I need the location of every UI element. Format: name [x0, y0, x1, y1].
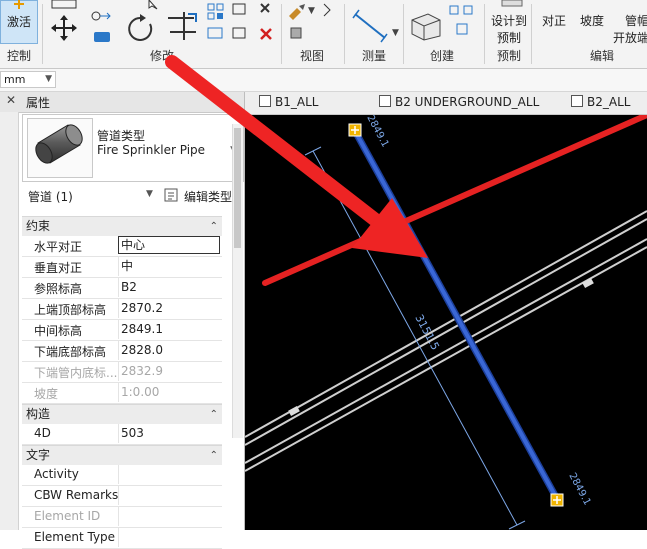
chevron-down-icon: ▼ [146, 189, 153, 199]
cursor-icon [148, 0, 158, 10]
prop-row-slope: 坡度 1:0.00 [22, 383, 222, 404]
section-constraints-label: 约束 [26, 219, 51, 233]
panel-strip [0, 112, 19, 530]
group-measure-label: 测量 [362, 49, 387, 63]
view-tabs: B1_ALL B2 UNDERGROUND_ALL B2_ALL [245, 92, 647, 115]
tab-b2-all[interactable]: B2_ALL [571, 95, 630, 109]
instance-filter[interactable]: 管道 (1) ▼ 编辑类型 [22, 184, 244, 208]
chevron-down-icon: ▼ [45, 74, 52, 84]
instance-filter-label: 管道 (1) [28, 190, 73, 204]
prop-row-h-justify: 水平对正 中心 [22, 236, 222, 257]
activate-button[interactable]: 激活 [0, 0, 38, 44]
canvas-drawing[interactable]: 3151.5 2849.1 2849.1 [245, 115, 647, 530]
collapse-icon[interactable]: ⌃ [210, 405, 218, 424]
properties-title: 属性 [26, 96, 51, 110]
group-modify-label: 修改 [150, 49, 175, 63]
prop-row-mid-elev: 中间标高 2849.1 [22, 320, 222, 341]
prop-row-activity: Activity [22, 465, 222, 486]
ribbon: 激活 控制 修改 ▼ 视图 ▼ 测量 创建 设计到 预制 预制 对正 坡度 管帽… [0, 0, 647, 69]
section-constraints[interactable]: 约束 ⌃ [22, 216, 222, 236]
paint-icon[interactable] [285, 2, 309, 42]
properties-grid: 约束 ⌃ 水平对正 中心 垂直对正 中 参照标高 B2 上端顶部标高 2870.… [22, 216, 222, 549]
view-icon[interactable] [322, 2, 338, 22]
move-icon[interactable] [50, 14, 78, 42]
edit-type-icon [164, 188, 178, 202]
slope-button[interactable]: 坡度 [580, 12, 604, 29]
drawing-canvas[interactable]: 3151.5 2849.1 2849.1 [245, 115, 647, 530]
align-button[interactable]: 对正 [542, 12, 566, 29]
prop-row-ref-level: 参照标高 B2 [22, 278, 222, 299]
activate-label: 激活 [7, 15, 32, 29]
copy-icon[interactable] [90, 10, 116, 44]
tab-b2-underground-all[interactable]: B2 UNDERGROUND_ALL [379, 95, 539, 109]
options-bar: mm ▼ [0, 69, 647, 92]
units-value: mm [4, 73, 26, 86]
h-justify-field[interactable]: 中心 [118, 236, 220, 254]
design-prefab-label[interactable]: 预制 [497, 29, 521, 46]
pipe-endpoint-bottom[interactable] [550, 493, 564, 507]
scrollbar-thumb[interactable] [234, 128, 241, 248]
close-icon[interactable]: ✕ [6, 93, 16, 107]
view-tab-icon [259, 95, 271, 107]
activate-icon [14, 0, 24, 9]
prop-row-element-id: Element ID [22, 507, 222, 528]
type-selector[interactable]: 管道类型 Fire Sprinkler Pipe ▼ [22, 114, 244, 182]
prop-row-element-type: Element Type [22, 528, 222, 549]
group-prefab-label: 预制 [497, 49, 522, 63]
pipe-thumbnail-icon [35, 124, 83, 164]
prop-row-top-elev: 上端顶部标高 2870.2 [22, 299, 222, 320]
group-view-label: 视图 [300, 49, 325, 63]
measure-icon[interactable] [351, 8, 391, 44]
create-part-icon[interactable] [408, 10, 444, 42]
mirror-icon[interactable] [230, 2, 250, 42]
properties-header: ✕ 属性 [0, 92, 244, 113]
group-control-label: 控制 [7, 49, 32, 63]
collapse-icon[interactable]: ⌃ [210, 217, 218, 236]
units-select[interactable]: mm ▼ [0, 71, 56, 88]
section-construction-label: 构造 [26, 407, 51, 421]
design-to-prefab-icon[interactable] [500, 0, 524, 10]
prop-row-bottom-elev: 下端底部标高 2828.0 [22, 341, 222, 362]
array-icon[interactable] [206, 2, 226, 42]
design-to-label[interactable]: 设计到 [491, 12, 527, 29]
view-tab-icon [571, 95, 583, 107]
prop-row-invert-elev: 下端管内底标... 2832.9 [22, 362, 222, 383]
view-tab-icon [379, 95, 391, 107]
rotate-icon[interactable] [126, 10, 158, 44]
prop-row-v-justify: 垂直对正 中 [22, 257, 222, 278]
dimension-text: 3151.5 [412, 312, 442, 352]
section-construction[interactable]: 构造 ⌃ [22, 404, 222, 424]
trim-icon[interactable] [166, 10, 202, 44]
group-create-label: 创建 [430, 49, 455, 63]
create-group-icon[interactable] [448, 4, 476, 44]
prop-row-cbw-remarks: CBW Remarks [22, 486, 222, 507]
cap-button[interactable]: 管帽 [625, 12, 647, 29]
edit-type-label: 编辑类型 [184, 190, 233, 204]
collapse-icon[interactable]: ⌃ [210, 446, 218, 465]
type-family: 管道类型 [97, 129, 146, 143]
elevation-label-top: 2849.1 [364, 115, 390, 149]
tab-b1-all[interactable]: B1_ALL [259, 95, 318, 109]
pipe-endpoint-top[interactable] [348, 123, 362, 137]
section-text[interactable]: 文字 ⌃ [22, 445, 222, 465]
prop-row-4d: 4D 503 [22, 424, 222, 445]
properties-panel: ✕ 属性 管道类型 Fire Sprinkler Pipe ▼ 管道 (1) ▼ [0, 92, 245, 549]
type-name: Fire Sprinkler Pipe [97, 143, 206, 157]
select-icon[interactable] [49, 0, 79, 12]
group-edit-label: 编辑 [590, 49, 615, 63]
elevation-label-bottom: 2849.1 [566, 471, 592, 507]
pipe-thumbnail [27, 118, 93, 178]
duct-lines[interactable] [245, 210, 647, 472]
delete-icon[interactable] [258, 2, 278, 42]
red-annotation-line [262, 115, 647, 286]
properties-scrollbar[interactable] [232, 124, 243, 438]
section-text-label: 文字 [26, 448, 51, 462]
open-end-label[interactable]: 开放端 [613, 29, 647, 46]
dimension-line[interactable]: 3151.5 [304, 146, 526, 530]
